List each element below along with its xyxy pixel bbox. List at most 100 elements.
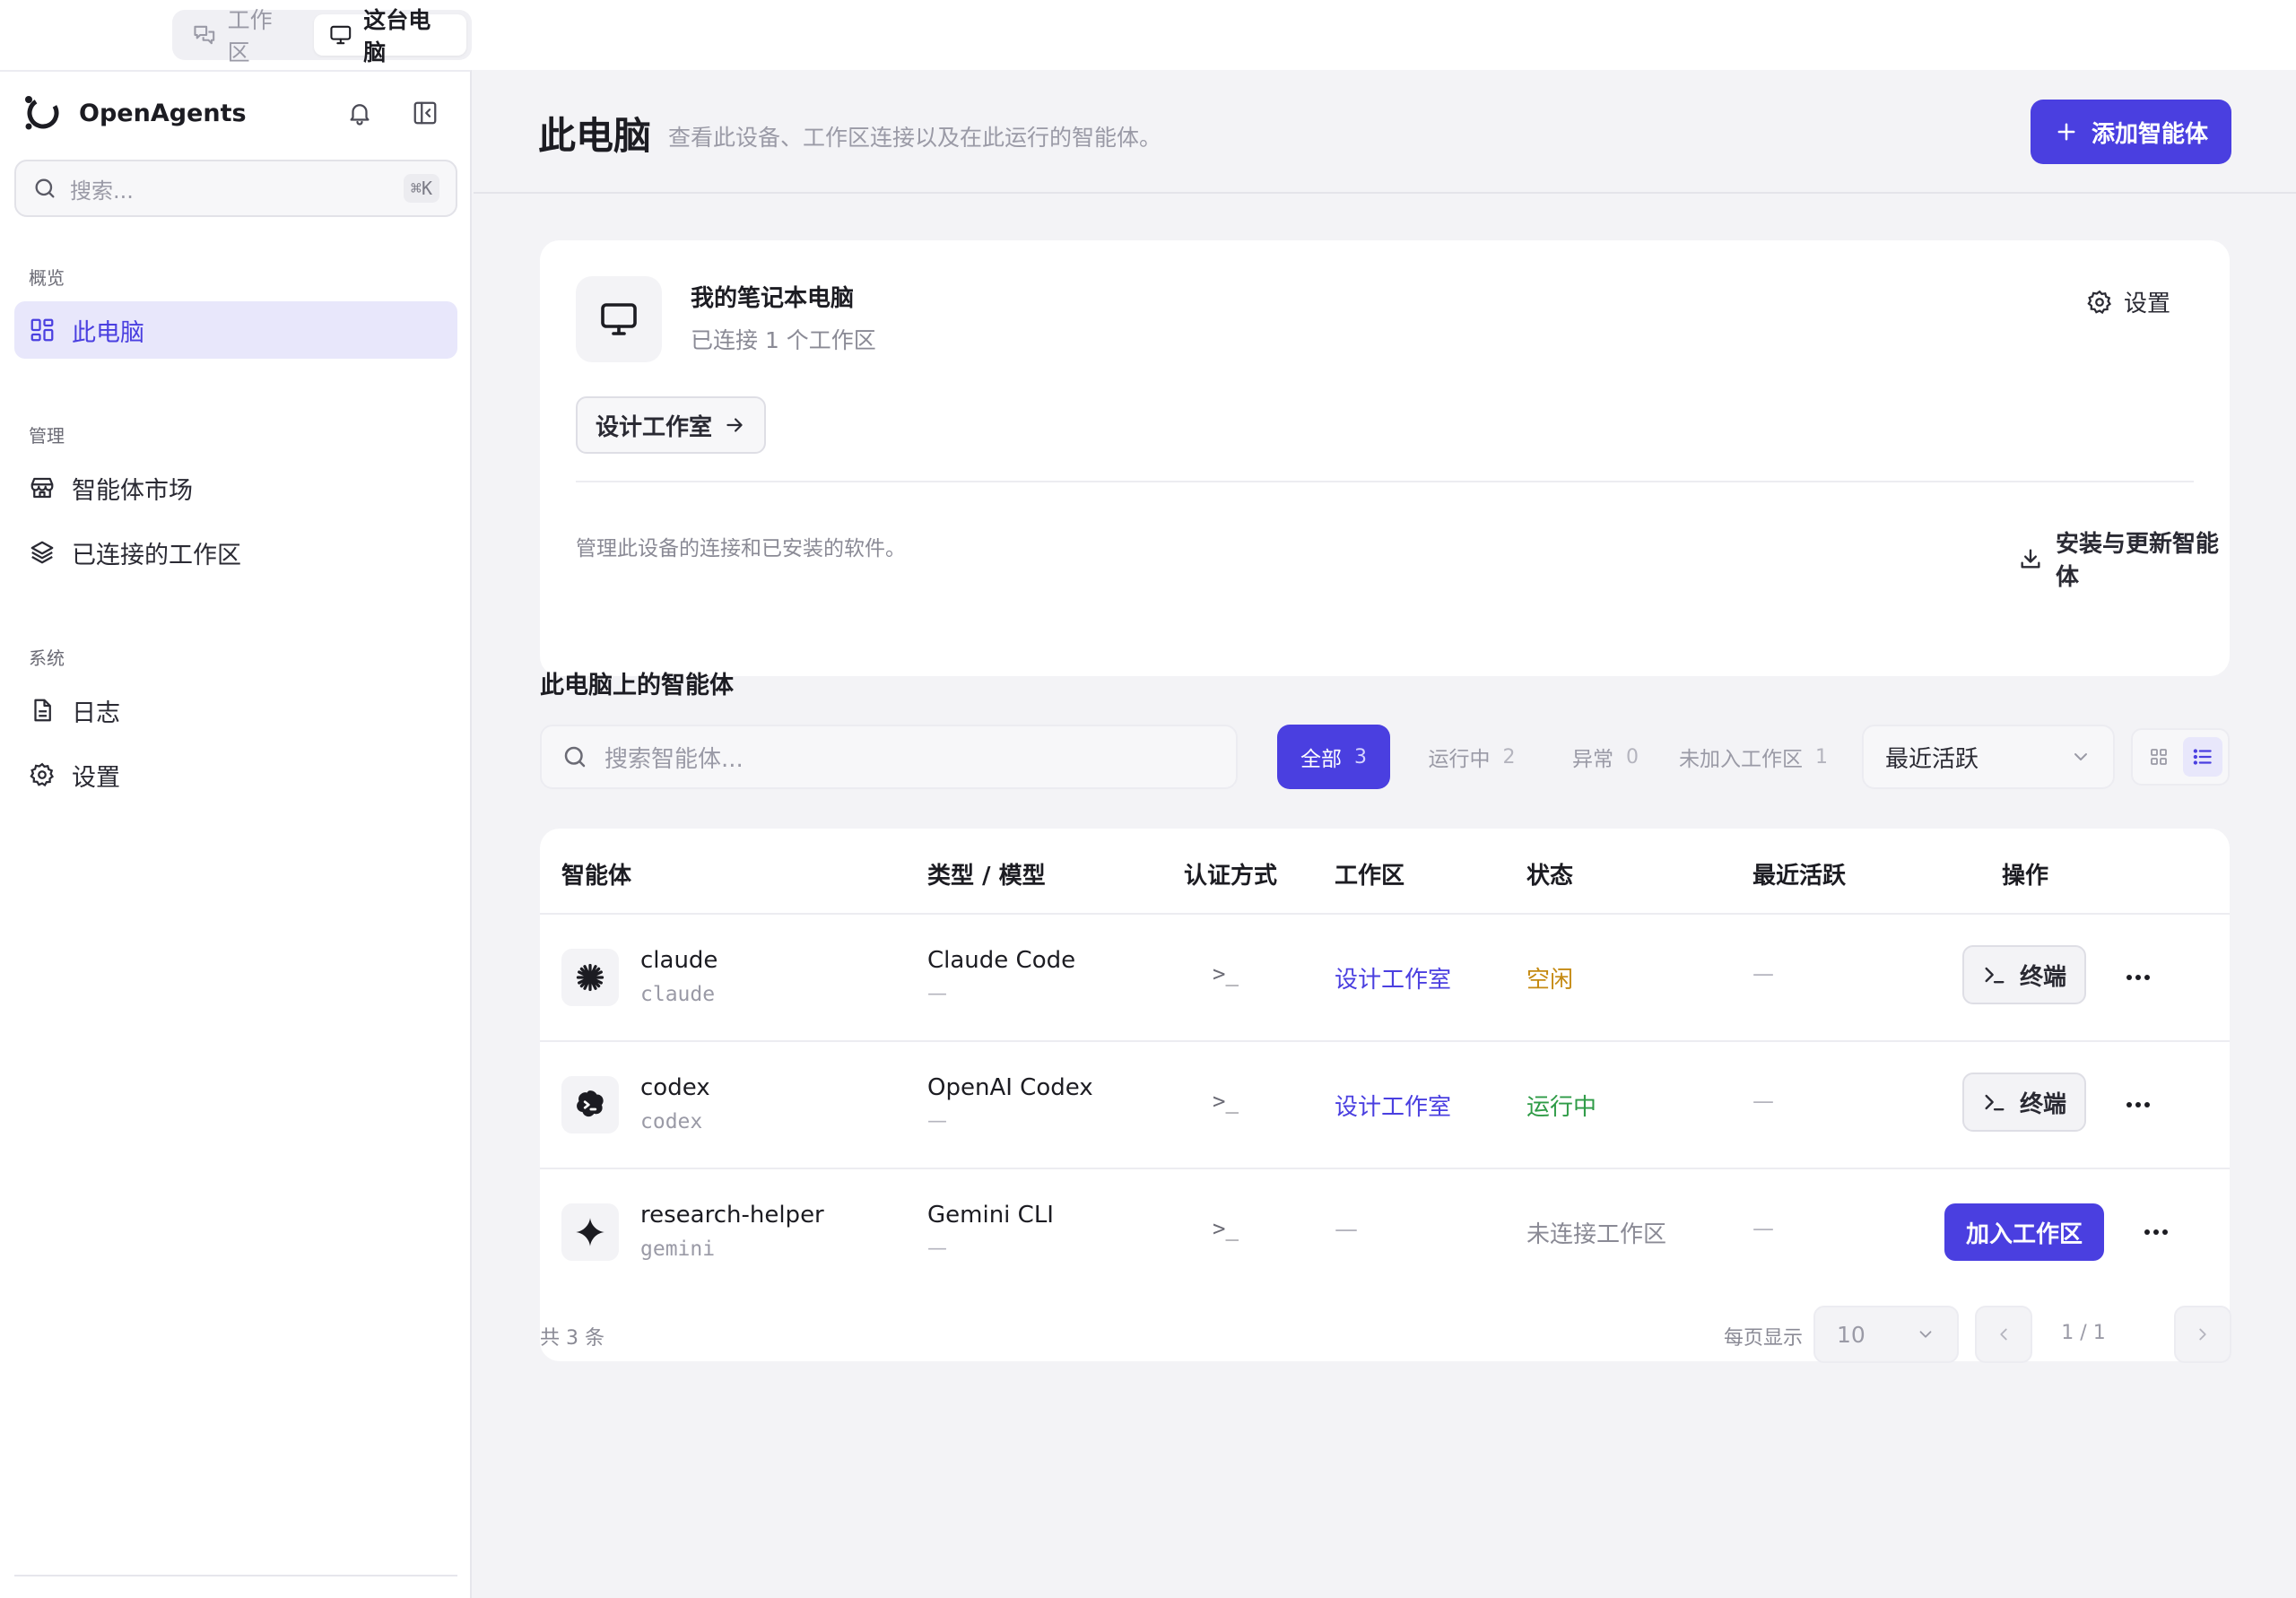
agent-last-active: — bbox=[1752, 1216, 1774, 1241]
agent-model: — bbox=[927, 983, 947, 1005]
agent-type: Claude Code bbox=[927, 947, 1076, 974]
terminal-button[interactable]: 终端 bbox=[1962, 945, 2086, 1004]
sidebar-item-label: 智能体市场 bbox=[72, 476, 193, 505]
page-title: 此电脑 bbox=[538, 114, 652, 158]
chevron-right-icon bbox=[2199, 1328, 2206, 1341]
agent-id: gemini bbox=[640, 1238, 716, 1261]
prev-page-button[interactable] bbox=[1975, 1306, 2032, 1363]
layers-icon bbox=[30, 541, 54, 564]
brand[interactable]: OpenAgents bbox=[22, 88, 247, 138]
agent-model: — bbox=[927, 1238, 947, 1260]
bell-icon bbox=[350, 104, 370, 126]
agent-avatar bbox=[561, 1076, 619, 1133]
install-update-agents-button[interactable]: 安装与更新智能体 bbox=[2018, 525, 2230, 592]
monitor-icon bbox=[601, 303, 637, 335]
add-agent-button[interactable]: 添加智能体 bbox=[2031, 100, 2231, 164]
terminal-button-label: 终端 bbox=[2019, 1090, 2066, 1118]
workspace-chip-label: 设计工作室 bbox=[595, 413, 712, 441]
auth-method: >_ bbox=[1213, 1089, 1239, 1114]
openagents-logo-icon bbox=[25, 96, 59, 130]
store-icon bbox=[30, 477, 54, 499]
sidebar-item-logs[interactable]: 日志 bbox=[14, 682, 457, 739]
sidebar-item-connected-workspaces[interactable]: 已连接的工作区 bbox=[14, 524, 457, 581]
sort-select[interactable]: 最近活跃 bbox=[1862, 725, 2115, 789]
filter-not-joined[interactable]: 未加入工作区 1 bbox=[1674, 725, 1833, 789]
agent-type: OpenAI Codex bbox=[927, 1074, 1093, 1101]
column-header-workspace: 工作区 bbox=[1335, 863, 1405, 890]
sidebar-item-settings[interactable]: 设置 bbox=[14, 746, 457, 803]
agent-status: 未连接工作区 bbox=[1526, 1221, 1667, 1248]
list-view-button[interactable] bbox=[2182, 737, 2222, 777]
more-horizontal-icon bbox=[2126, 975, 2150, 980]
chevron-down-icon bbox=[2074, 753, 2087, 760]
sidebar-search-placeholder: 搜索... bbox=[70, 178, 134, 204]
add-agent-label: 添加智能体 bbox=[2091, 120, 2208, 148]
device-connection-count: 已连接 1 个工作区 bbox=[691, 327, 876, 353]
column-header-last-active: 最近活跃 bbox=[1752, 863, 1847, 890]
chevron-down-icon bbox=[1919, 1331, 1932, 1338]
collapse-sidebar-button[interactable] bbox=[407, 95, 443, 131]
tab-workspace-label: 工作区 bbox=[227, 7, 273, 65]
sort-select-value: 最近活跃 bbox=[1885, 745, 1979, 773]
table-row[interactable]: claude claude Claude Code — >_ 设计工作室 空闲 … bbox=[540, 915, 2230, 1040]
terminal-icon bbox=[1985, 1094, 2005, 1111]
device-avatar bbox=[576, 276, 662, 362]
dashboard-icon bbox=[30, 318, 54, 342]
grid-view-button[interactable] bbox=[2139, 737, 2179, 777]
notifications-button[interactable] bbox=[342, 95, 378, 131]
agent-name: claude bbox=[640, 947, 718, 974]
more-horizontal-icon bbox=[2126, 1102, 2150, 1107]
device-card-divider bbox=[576, 481, 2194, 482]
row-more-button[interactable] bbox=[2138, 1216, 2174, 1248]
codex-icon bbox=[577, 1090, 604, 1117]
table-row[interactable]: research-helper gemini Gemini CLI — >_ —… bbox=[540, 1169, 2230, 1295]
join-workspace-button[interactable]: 加入工作区 bbox=[1944, 1203, 2104, 1261]
workspace-chip[interactable]: 设计工作室 bbox=[576, 396, 766, 454]
mode-switcher: 工作区 这台电脑 bbox=[172, 7, 472, 65]
device-settings-label: 设置 bbox=[2124, 291, 2171, 317]
chat-bubbles-icon bbox=[194, 25, 215, 45]
auth-method: >_ bbox=[1213, 961, 1239, 986]
arrow-right-icon bbox=[726, 418, 743, 432]
column-header-status: 状态 bbox=[1526, 863, 1574, 890]
document-icon bbox=[34, 699, 51, 722]
row-more-button[interactable] bbox=[2120, 1089, 2156, 1121]
agents-table: 智能体 类型 / 模型 认证方式 工作区 状态 最近活跃 操作 claude c… bbox=[540, 829, 2230, 1361]
agent-id: codex bbox=[640, 1110, 703, 1133]
gear-icon bbox=[30, 762, 55, 787]
agent-name: codex bbox=[640, 1074, 710, 1101]
section-label-overview: 概览 bbox=[29, 267, 65, 289]
agent-avatar bbox=[561, 949, 619, 1006]
more-horizontal-icon bbox=[2144, 1229, 2168, 1235]
agent-name: research-helper bbox=[640, 1202, 824, 1229]
terminal-button-label: 终端 bbox=[2019, 963, 2066, 991]
terminal-button[interactable]: 终端 bbox=[1962, 1073, 2086, 1132]
agent-status: 空闲 bbox=[1526, 967, 1574, 994]
per-page-value: 10 bbox=[1837, 1321, 1866, 1348]
gear-icon bbox=[2087, 290, 2112, 314]
tab-workspace[interactable]: 工作区 bbox=[178, 7, 309, 65]
top-bar: 工作区 这台电脑 bbox=[0, 0, 2296, 70]
page-subtitle: 查看此设备、工作区连接以及在此运行的智能体。 bbox=[668, 125, 1162, 151]
agent-workspace-link[interactable]: 设计工作室 bbox=[1335, 1089, 1451, 1122]
per-page-select[interactable]: 10 bbox=[1813, 1306, 1959, 1363]
tab-this-computer[interactable]: 这台电脑 bbox=[313, 7, 466, 65]
agent-last-active: — bbox=[1752, 961, 1774, 986]
device-footer-text: 管理此设备的连接和已安装的软件。 bbox=[576, 537, 906, 560]
sidebar-search[interactable]: 搜索... ⌘K bbox=[14, 160, 457, 217]
sidebar-item-agent-market[interactable]: 智能体市场 bbox=[14, 459, 457, 517]
grid-icon bbox=[2150, 749, 2167, 765]
next-page-button[interactable] bbox=[2174, 1306, 2231, 1363]
column-header-actions: 操作 bbox=[2002, 863, 2049, 890]
row-more-button[interactable] bbox=[2120, 961, 2156, 994]
device-name: 我的笔记本电脑 bbox=[691, 285, 855, 312]
section-label-system: 系统 bbox=[29, 647, 65, 669]
terminal-icon bbox=[1985, 967, 2005, 984]
gemini-sparkle-icon bbox=[576, 1218, 604, 1246]
device-settings-button[interactable]: 设置 bbox=[2086, 285, 2170, 318]
table-row[interactable]: codex codex OpenAI Codex — >_ 设计工作室 运行中 … bbox=[540, 1042, 2230, 1168]
filter-count: 1 bbox=[1815, 745, 1828, 769]
agent-workspace-link[interactable]: 设计工作室 bbox=[1335, 961, 1451, 994]
sidebar-item-label: 设置 bbox=[72, 763, 120, 792]
sidebar-item-this-computer[interactable]: 此电脑 bbox=[14, 301, 457, 359]
